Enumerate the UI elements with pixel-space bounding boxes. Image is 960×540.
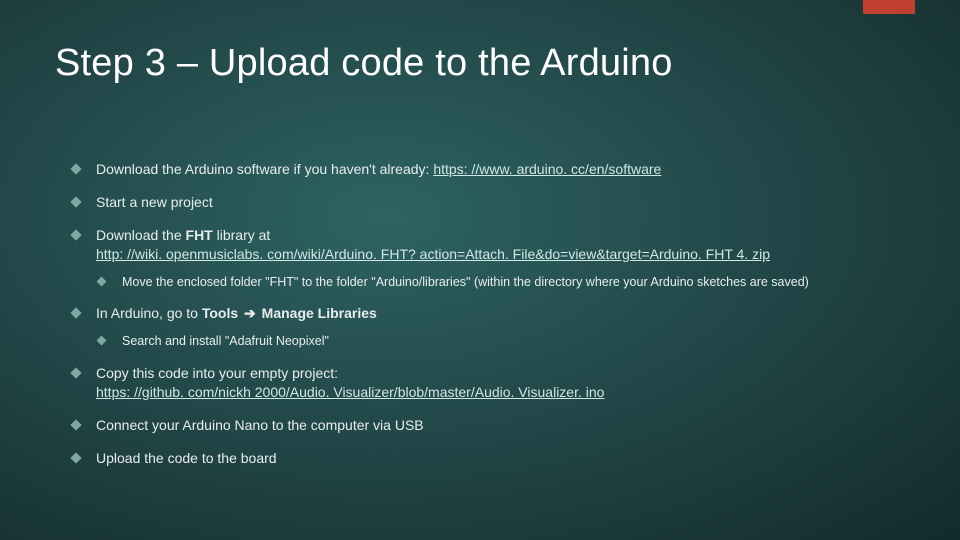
- item-text: Connect your Arduino Nano to the compute…: [96, 417, 424, 433]
- diamond-icon: [70, 308, 81, 319]
- diamond-icon: [70, 196, 81, 207]
- list-item: Search and install "Adafruit Neopixel": [96, 333, 910, 350]
- bold-text: Tools: [202, 305, 238, 321]
- list-item: In Arduino, go to Tools ➔ Manage Librari…: [70, 304, 910, 350]
- diamond-icon: [70, 163, 81, 174]
- list-item: Upload the code to the board: [70, 449, 910, 468]
- slide-title: Step 3 – Upload code to the Arduino: [55, 42, 673, 85]
- sub-list: Move the enclosed folder "FHT" to the fo…: [96, 274, 910, 291]
- arrow-icon: ➔: [244, 304, 256, 323]
- sub-list: Search and install "Adafruit Neopixel": [96, 333, 910, 350]
- diamond-icon: [97, 336, 107, 346]
- diamond-icon: [70, 368, 81, 379]
- accent-bar: [863, 0, 915, 14]
- list-item: Move the enclosed folder "FHT" to the fo…: [96, 274, 910, 291]
- list-item: Download the FHT library at http: //wiki…: [70, 226, 910, 291]
- item-text: Download the Arduino software if you hav…: [96, 161, 433, 177]
- item-text: Move the enclosed folder "FHT" to the fo…: [122, 275, 809, 289]
- list-item: Start a new project: [70, 193, 910, 212]
- item-text: Download the: [96, 227, 186, 243]
- item-text: In Arduino, go to: [96, 305, 202, 321]
- bold-text: FHT: [186, 227, 213, 243]
- link[interactable]: http: //wiki. openmusiclabs. com/wiki/Ar…: [96, 246, 770, 262]
- diamond-icon: [70, 419, 81, 430]
- item-text: library at: [213, 227, 271, 243]
- diamond-icon: [70, 452, 81, 463]
- list-item: Download the Arduino software if you hav…: [70, 160, 910, 179]
- link[interactable]: https: //github. com/nickh 2000/Audio. V…: [96, 384, 604, 400]
- list-item: Connect your Arduino Nano to the compute…: [70, 416, 910, 435]
- diamond-icon: [70, 229, 81, 240]
- item-text: Start a new project: [96, 194, 213, 210]
- item-text: Copy this code into your empty project:: [96, 365, 338, 381]
- link[interactable]: https: //www. arduino. cc/en/software: [433, 161, 661, 177]
- slide: Step 3 – Upload code to the Arduino Down…: [0, 0, 960, 540]
- slide-content: Download the Arduino software if you hav…: [70, 160, 910, 482]
- bold-text: Manage Libraries: [262, 305, 377, 321]
- bullet-list: Download the Arduino software if you hav…: [70, 160, 910, 468]
- item-text: Upload the code to the board: [96, 450, 277, 466]
- diamond-icon: [97, 276, 107, 286]
- list-item: Copy this code into your empty project: …: [70, 364, 910, 402]
- item-text: Search and install "Adafruit Neopixel": [122, 334, 329, 348]
